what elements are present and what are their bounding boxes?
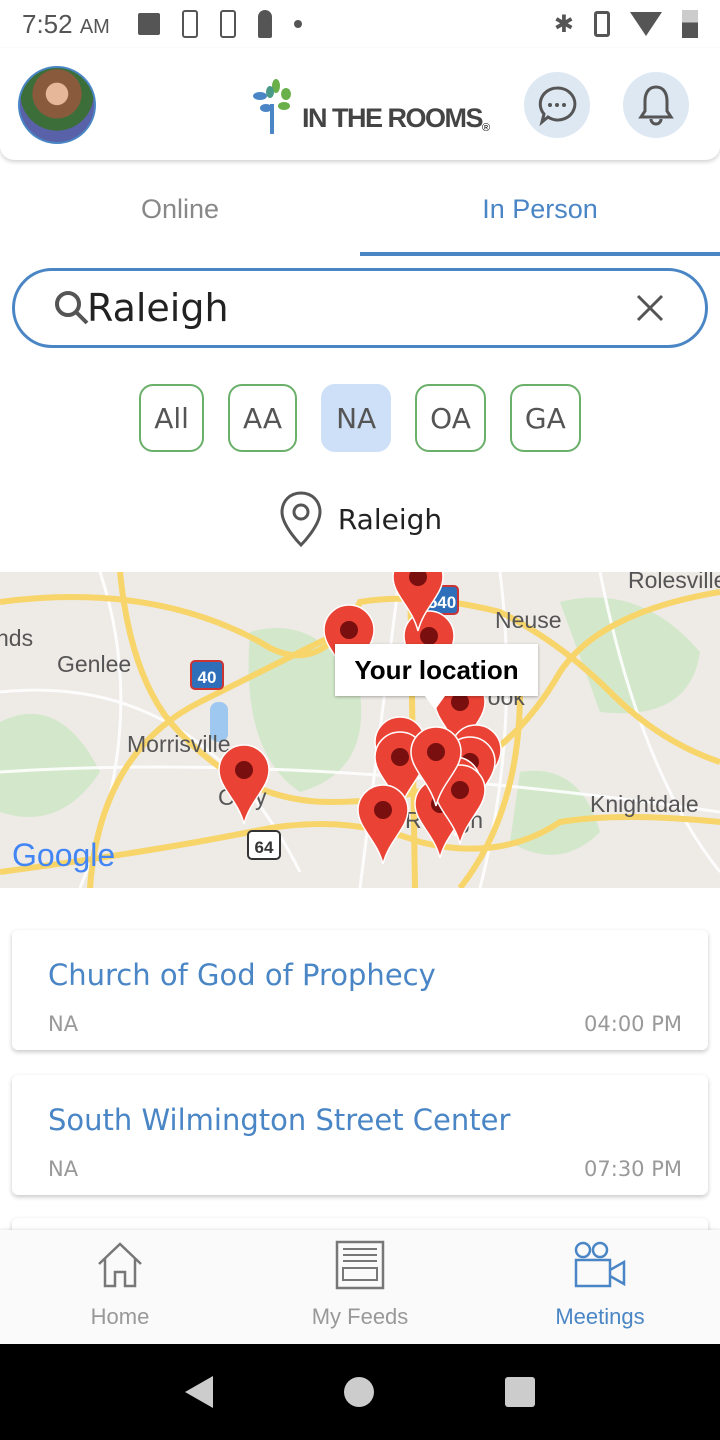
image-notification-icon — [137, 13, 160, 35]
chat-bubble-icon — [538, 86, 577, 126]
filter-aa[interactable]: AA — [227, 384, 298, 452]
task-notification-icon — [181, 10, 198, 38]
tab-online[interactable]: Online — [0, 160, 360, 256]
meeting-fellowship: NA — [48, 1012, 79, 1036]
tab-in-person[interactable]: In Person — [360, 160, 720, 256]
status-bar: 7:52 AM ✱ — [0, 0, 720, 48]
home-icon — [98, 1242, 142, 1288]
vibrate-icon — [594, 11, 610, 37]
bottom-navigation: Home My Feeds Meetings — [0, 1230, 720, 1344]
nav-home[interactable]: Home — [0, 1230, 240, 1344]
clock: 7:52 AM — [22, 8, 110, 39]
app-header: IN THE ROOMS ® — [0, 48, 720, 160]
tooltip-pointer — [425, 696, 445, 710]
your-location-tooltip: Your location — [335, 644, 538, 696]
search-icon — [55, 291, 89, 325]
map-pin-icon — [280, 491, 322, 548]
svg-text:40: 40 — [198, 668, 217, 687]
meeting-name[interactable]: South Wilmington Street Center — [48, 1103, 510, 1137]
tree-logo-icon — [253, 79, 291, 134]
notifications-button[interactable] — [623, 72, 689, 138]
back-button[interactable] — [185, 1376, 214, 1408]
map-place-label: nds — [0, 625, 33, 651]
keyhole-icon — [257, 10, 272, 38]
video-camera-icon — [574, 1241, 626, 1288]
meeting-fellowship: NA — [48, 1157, 79, 1181]
meeting-type-tabs: Online In Person — [0, 160, 720, 256]
map-place-label: Genlee — [57, 651, 131, 677]
map-canvas[interactable]: RolesvilleNeusendsGenleeMorrisvilleCaryr… — [0, 572, 720, 888]
meeting-name[interactable]: Church of God of Prophecy — [48, 958, 436, 992]
map-place-label: Neuse — [495, 607, 561, 633]
filter-ga[interactable]: GA — [509, 384, 581, 452]
map-place-label: Morrisville — [127, 731, 231, 757]
meeting-time: 07:30 PM — [584, 1157, 682, 1181]
fellowship-filters: All AA NA OA GA — [0, 384, 720, 452]
map-place-label: Rolesville — [628, 572, 720, 593]
home-button[interactable] — [343, 1377, 374, 1407]
system-navigation — [0, 1344, 720, 1440]
task-notification-icon — [219, 10, 236, 38]
meetings-map[interactable]: RolesvilleNeusendsGenleeMorrisvilleCaryr… — [0, 572, 720, 888]
messages-button[interactable] — [524, 72, 590, 138]
filter-oa[interactable]: OA — [415, 384, 486, 452]
bell-icon — [638, 85, 674, 126]
google-attribution: Google — [12, 837, 115, 873]
meeting-card[interactable]: South Wilmington Street Center NA 07:30 … — [12, 1075, 708, 1195]
svg-text:64: 64 — [255, 838, 274, 857]
clear-search-icon[interactable] — [635, 293, 665, 323]
logo: IN THE ROOMS ® — [250, 76, 490, 134]
avatar[interactable] — [18, 66, 96, 144]
more-dot-icon — [293, 20, 302, 28]
battery-icon — [682, 10, 698, 38]
nav-my-feeds[interactable]: My Feeds — [240, 1230, 480, 1344]
map-place-label: Knightdale — [590, 791, 699, 817]
search-input[interactable] — [87, 286, 547, 330]
current-location[interactable]: Raleigh — [0, 490, 720, 548]
wifi-icon — [630, 12, 662, 36]
filter-na[interactable]: NA — [321, 384, 392, 452]
feeds-icon — [335, 1240, 385, 1290]
filter-all[interactable]: All — [139, 384, 204, 452]
meeting-time: 04:00 PM — [584, 1012, 682, 1036]
meeting-pin[interactable] — [218, 744, 270, 825]
nav-meetings[interactable]: Meetings — [480, 1230, 720, 1344]
recents-button[interactable] — [504, 1377, 535, 1407]
highway-shield: 64 — [247, 830, 281, 860]
bluetooth-icon: ✱ — [553, 10, 574, 38]
highway-shield: 40 — [190, 660, 224, 690]
search-bar — [12, 268, 708, 348]
meeting-card[interactable]: Church of God of Prophecy NA 04:00 PM — [12, 930, 708, 1050]
